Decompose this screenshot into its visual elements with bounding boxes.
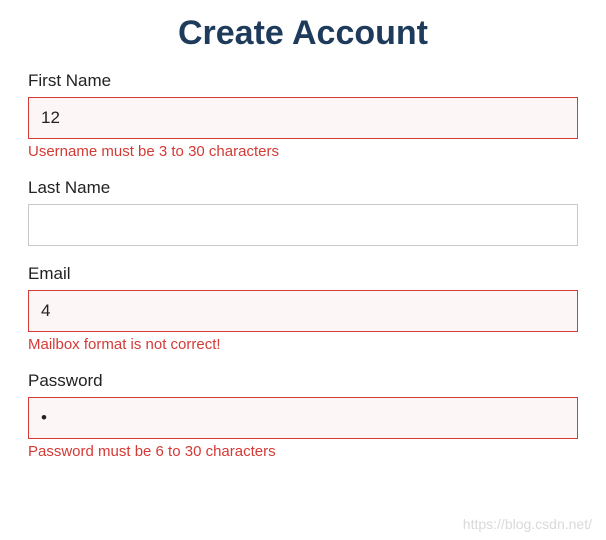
- email-error: Mailbox format is not correct!: [28, 336, 578, 353]
- last-name-input[interactable]: [28, 204, 578, 246]
- first-name-label: First Name: [28, 71, 578, 91]
- email-input[interactable]: [28, 290, 578, 332]
- page-title: Create Account: [28, 14, 578, 53]
- first-name-group: First Name Username must be 3 to 30 char…: [28, 71, 578, 160]
- last-name-label: Last Name: [28, 178, 578, 198]
- email-label: Email: [28, 264, 578, 284]
- watermark-text: https://blog.csdn.net/: [463, 516, 592, 532]
- email-group: Email Mailbox format is not correct!: [28, 264, 578, 353]
- password-group: Password Password must be 6 to 30 charac…: [28, 371, 578, 460]
- first-name-error: Username must be 3 to 30 characters: [28, 143, 578, 160]
- password-input[interactable]: [28, 397, 578, 439]
- password-error: Password must be 6 to 30 characters: [28, 443, 578, 460]
- password-label: Password: [28, 371, 578, 391]
- last-name-group: Last Name: [28, 178, 578, 246]
- first-name-input[interactable]: [28, 97, 578, 139]
